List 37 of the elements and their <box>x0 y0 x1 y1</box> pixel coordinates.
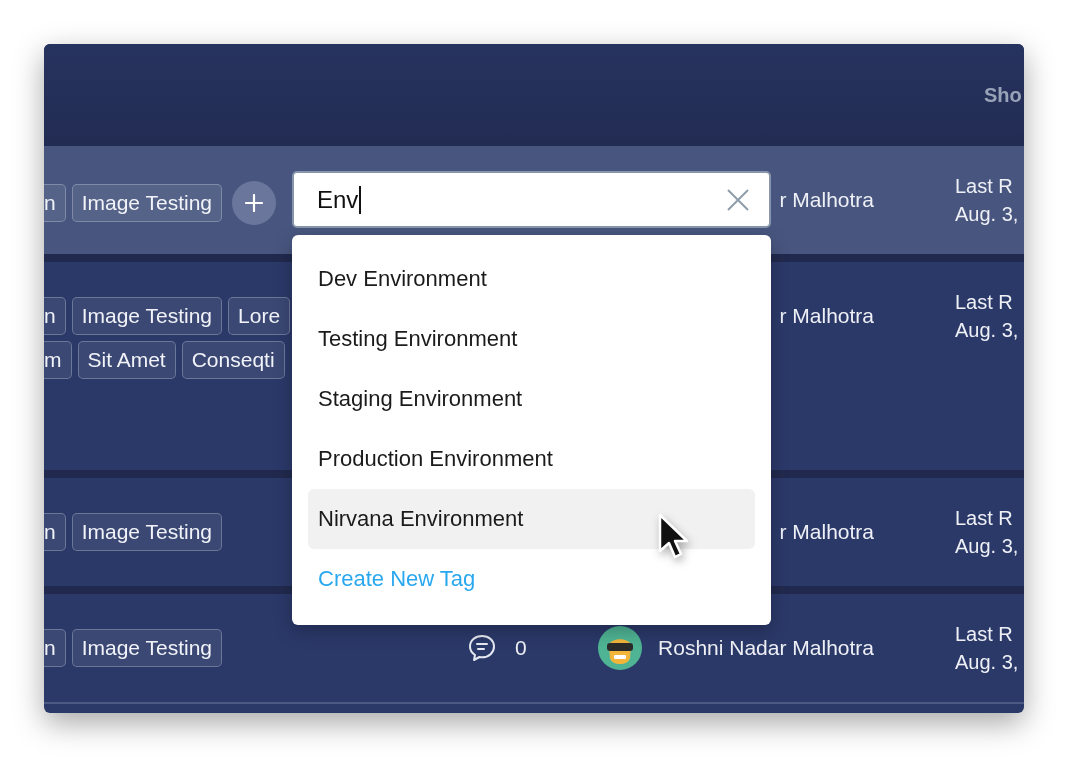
tag: Lore <box>228 297 291 335</box>
tag: Image Testing <box>71 297 223 335</box>
dropdown-option[interactable]: Testing Environment <box>308 309 755 369</box>
last-run-label: Last R <box>955 174 1014 199</box>
tag: n <box>44 184 66 222</box>
last-run-label: Last R <box>955 622 1014 647</box>
last-run-date: Aug. 3, <box>955 650 1019 675</box>
dropdown-option[interactable]: Nirvana Environment <box>308 489 755 549</box>
owner-name: r Malhotra <box>779 520 874 544</box>
tag: Image Testing <box>71 184 223 222</box>
clear-button[interactable] <box>727 188 749 211</box>
tag: Image Testing <box>71 513 223 551</box>
dropdown-option[interactable]: Production Environment <box>308 429 755 489</box>
last-run-date: Aug. 3, <box>955 202 1019 227</box>
tag-search-field[interactable]: Env <box>292 171 771 228</box>
owner-name: Roshni Nadar Malhotra <box>658 636 874 660</box>
tag: n <box>44 513 66 551</box>
last-run-label: Last R <box>955 506 1014 531</box>
last-run-label: Last R <box>955 290 1014 315</box>
last-run-date: Aug. 3, <box>955 534 1019 559</box>
comment-icon <box>467 633 497 663</box>
dropdown-option[interactable]: Staging Environment <box>308 369 755 429</box>
close-icon <box>727 188 749 211</box>
plus-icon <box>245 194 264 212</box>
owner-name: r Malhotra <box>779 188 874 212</box>
column-header[interactable]: Sho <box>984 83 1022 107</box>
tag: n <box>44 297 66 335</box>
tag: m <box>44 341 72 379</box>
comment-count: 0 <box>515 636 527 660</box>
owner-name: r Malhotra <box>779 304 874 328</box>
dropdown-option[interactable]: Dev Environment <box>308 249 755 309</box>
tag: Image Testing <box>71 629 223 667</box>
tag: n <box>44 629 66 667</box>
tag: Sit Amet <box>77 341 176 379</box>
add-tag-button[interactable] <box>232 181 277 225</box>
tag: Conseqti <box>181 341 285 379</box>
last-run-date: Aug. 3, <box>955 318 1019 343</box>
